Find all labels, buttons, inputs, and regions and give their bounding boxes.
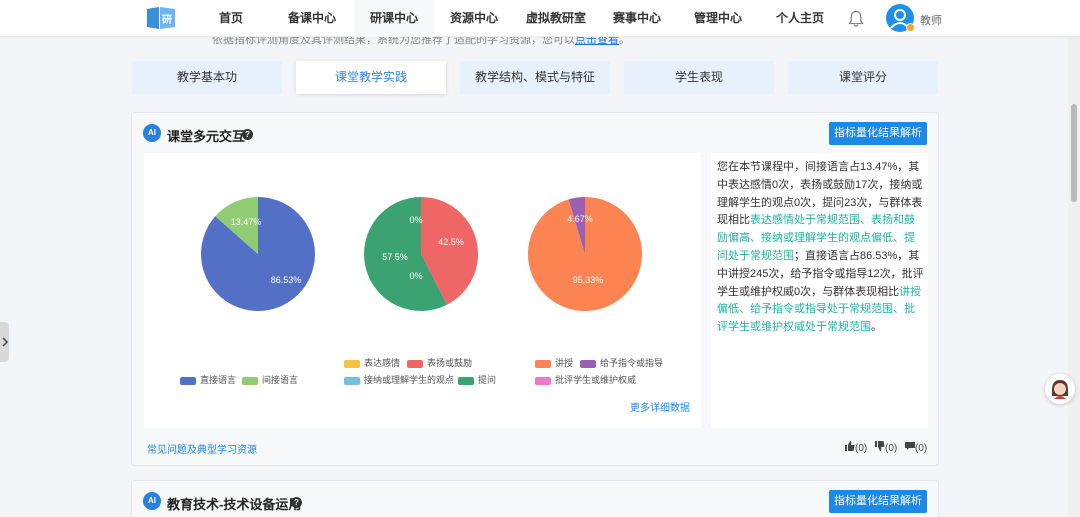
- tab-student-performance[interactable]: 学生表现: [624, 61, 774, 94]
- chevron-right-icon: [1, 337, 8, 347]
- legend-swatch: [535, 359, 551, 368]
- data-label: 0%: [409, 215, 422, 225]
- legend-label: 讲授: [555, 358, 574, 368]
- legend-item[interactable]: 表扬或鼓励: [407, 356, 472, 369]
- more-data-link[interactable]: 更多详细数据: [630, 399, 690, 414]
- thumbs-up-icon: [845, 441, 855, 451]
- help-icon[interactable]: ?: [291, 497, 302, 508]
- summary-text: 。: [871, 321, 882, 334]
- data-label: 86.53%: [271, 275, 302, 285]
- legend-item[interactable]: 直接语言: [180, 373, 236, 386]
- legend-swatch: [580, 359, 596, 368]
- legend-swatch: [535, 376, 551, 385]
- nav-item-lesson-prep[interactable]: 备课中心: [282, 0, 342, 37]
- user-role[interactable]: 教师: [920, 12, 942, 28]
- legend-label: 间接语言: [262, 375, 299, 385]
- ai-icon: AI: [143, 492, 161, 510]
- data-label: 4.67%: [567, 214, 593, 224]
- avatar-badge: [906, 23, 915, 32]
- tab-teaching-structure[interactable]: 教学结构、模式与特征: [460, 61, 610, 94]
- legend-label: 表扬或鼓励: [427, 358, 473, 368]
- data-label: 95.33%: [573, 275, 604, 285]
- legend-item[interactable]: 提问: [458, 373, 496, 386]
- ai-icon: AI: [143, 124, 161, 142]
- legend-swatch: [242, 376, 258, 385]
- legend-label: 接纳或理解学生的观点: [364, 375, 455, 385]
- comment-count: (0): [915, 443, 928, 454]
- pie-charts-card: 86.53% 13.47% 0% 42.5% 0% 57.5% 95.33% 4.67%: [144, 153, 701, 428]
- nav-item-virtual-room[interactable]: 虚拟教研室: [521, 0, 591, 37]
- top-navbar: 研 首页 备课中心 研课中心 资源中心 虚拟教研室 赛事中心 管理中心 个人主页…: [0, 0, 1080, 37]
- nav-item-profile[interactable]: 个人主页: [772, 0, 828, 37]
- legend-item[interactable]: 接纳或理解学生的观点: [344, 373, 454, 386]
- analysis-button[interactable]: 指标量化结果解析: [829, 490, 927, 513]
- bell-icon[interactable]: [848, 10, 864, 28]
- analysis-summary: 您在本节课程中，间接语言占13.47%，其中表达感情0次，表扬或鼓励17次，接纳…: [711, 153, 928, 428]
- legend-label: 提问: [478, 375, 497, 385]
- analysis-button[interactable]: 指标量化结果解析: [829, 122, 927, 145]
- assistant-avatar-icon[interactable]: [1045, 374, 1075, 404]
- tab-classroom-practice[interactable]: 课堂教学实践: [296, 61, 446, 94]
- data-label: 42.5%: [438, 237, 464, 247]
- pie-charts: 86.53%13.47% 0%42.5%0%57.5%95.33%4.67%: [201, 197, 642, 311]
- legend-swatch: [180, 376, 196, 385]
- sidebar-expand-handle[interactable]: [0, 322, 9, 362]
- book-logo-icon[interactable]: 研: [145, 5, 177, 31]
- legend-label: 批评学生或维护权威: [555, 375, 637, 385]
- legend-item[interactable]: 表达感情: [344, 356, 400, 369]
- legend-label: 给予指令或指导: [600, 358, 664, 368]
- nav-item-resources[interactable]: 资源中心: [446, 0, 502, 37]
- comment-icon: [905, 442, 915, 450]
- data-label: 0%: [409, 271, 422, 281]
- panel-title: 课堂多元交互: [167, 129, 246, 144]
- legend-item[interactable]: 批评学生或维护权威: [535, 373, 636, 386]
- tab-classroom-score[interactable]: 课堂评分: [788, 61, 938, 94]
- dislike-button[interactable]: (0): [875, 441, 897, 454]
- svg-text:研: 研: [162, 14, 172, 26]
- nav-item-competitions[interactable]: 赛事中心: [609, 0, 665, 37]
- assistant-face-icon: [1046, 375, 1074, 403]
- nav-item-management[interactable]: 管理中心: [690, 0, 746, 37]
- panel-title: 教育技术-技术设备运用: [167, 497, 302, 512]
- like-count: (0): [855, 443, 868, 454]
- user-avatar-icon[interactable]: [886, 4, 915, 32]
- faq-resources-link[interactable]: 常见问题及典型学习资源: [147, 441, 257, 456]
- nav-item-home[interactable]: 首页: [210, 0, 252, 37]
- dislike-count: (0): [885, 443, 898, 454]
- legend-label: 表达感情: [364, 358, 401, 368]
- legend-label: 直接语言: [200, 375, 237, 385]
- thumbs-down-icon: [875, 441, 885, 451]
- like-button[interactable]: (0): [845, 441, 867, 454]
- legend-item[interactable]: 给予指令或指导: [580, 356, 663, 369]
- legend-swatch: [407, 359, 423, 368]
- help-icon[interactable]: ?: [242, 129, 253, 140]
- scrollbar-thumb[interactable]: [1071, 104, 1077, 202]
- comment-button[interactable]: (0): [905, 441, 927, 454]
- legend-swatch: [458, 376, 474, 385]
- data-label: 57.5%: [382, 252, 408, 262]
- tab-teaching-basics[interactable]: 教学基本功: [132, 61, 282, 94]
- legend-item[interactable]: 间接语言: [242, 373, 298, 386]
- legend-swatch: [344, 359, 360, 368]
- data-label: 13.47%: [231, 217, 262, 227]
- nav-item-lesson-research[interactable]: 研课中心: [354, 0, 434, 37]
- legend-swatch: [344, 376, 360, 385]
- legend-item[interactable]: 讲授: [535, 356, 573, 369]
